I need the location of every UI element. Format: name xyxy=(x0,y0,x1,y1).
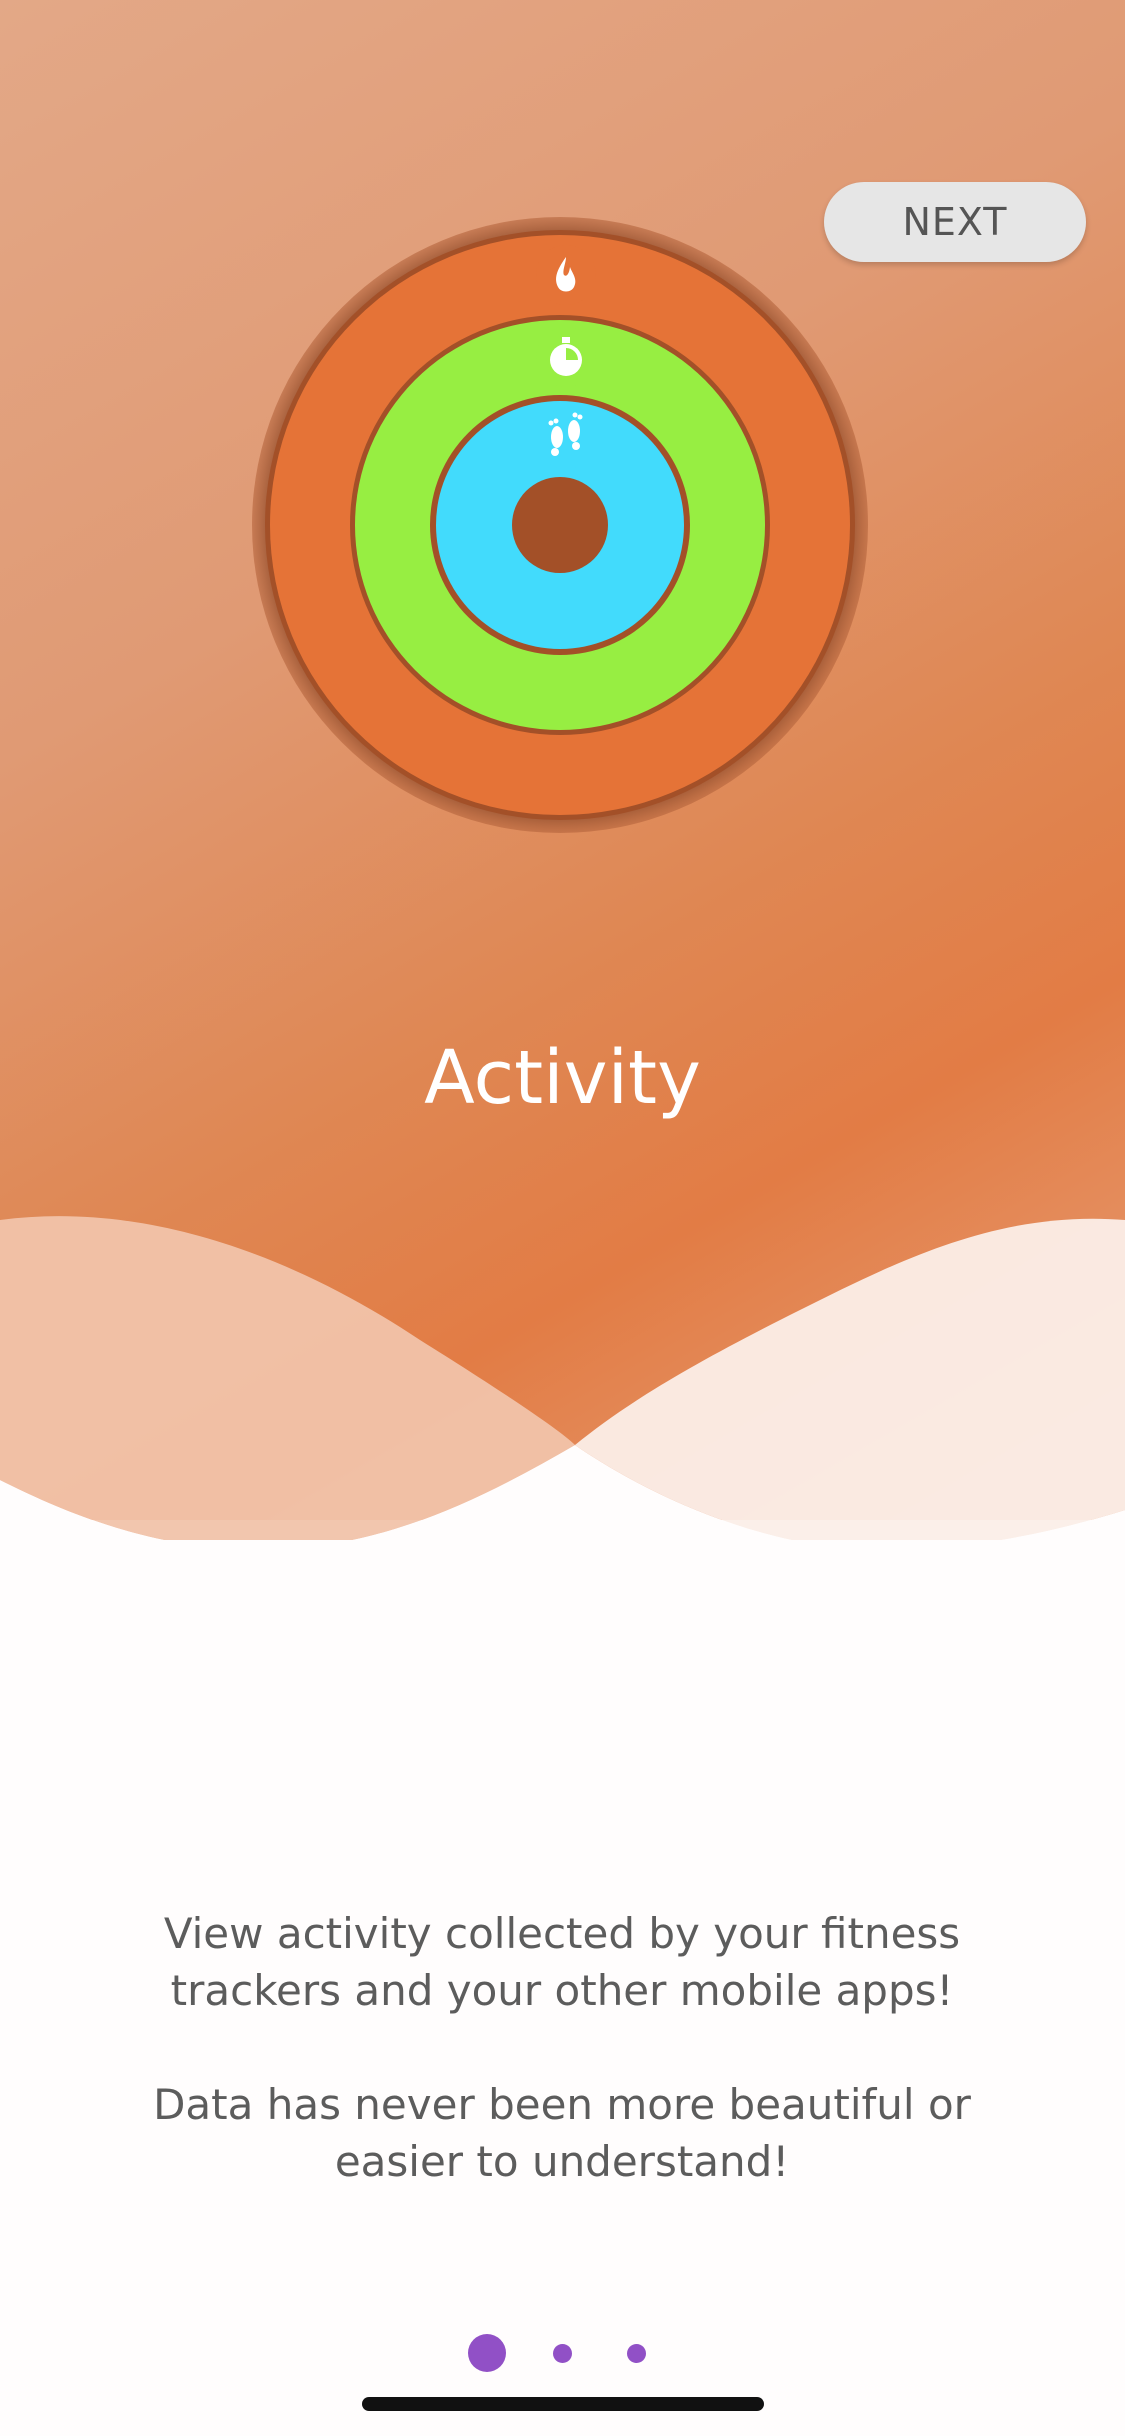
flame-icon xyxy=(536,245,596,305)
activity-rings xyxy=(252,217,868,833)
footsteps-icon xyxy=(536,409,596,469)
page-indicator xyxy=(0,2334,1125,2374)
onboarding-screen: NEXT Activity View activity collected by… xyxy=(0,0,1125,2436)
page-title: Activity xyxy=(424,1035,701,1121)
home-indicator[interactable] xyxy=(362,2397,764,2411)
description-text-secondary: Data has never been more beautiful or ea… xyxy=(153,2080,971,2186)
page-dot-active[interactable] xyxy=(468,2334,506,2372)
page-dot[interactable] xyxy=(553,2344,572,2363)
stopwatch-icon xyxy=(536,327,596,387)
page-dot[interactable] xyxy=(627,2344,646,2363)
description-text: View activity collected by your fitness … xyxy=(163,1909,961,2015)
